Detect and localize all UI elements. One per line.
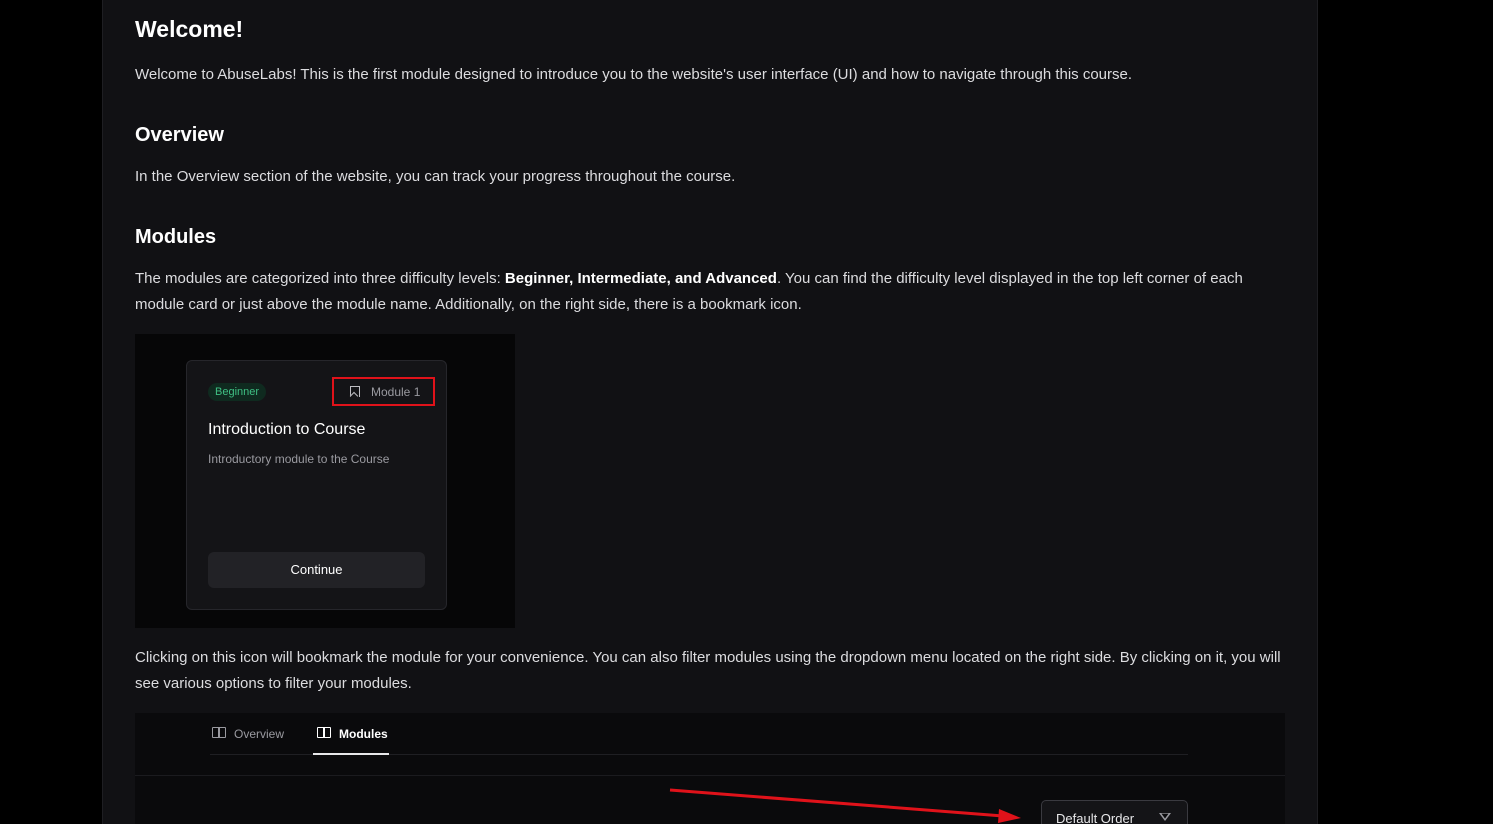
tabs-screenshot: Overview Modules Default Order — [135, 713, 1285, 824]
modules-text-start: The modules are categorized into three d… — [135, 270, 505, 287]
bookmark-text: Clicking on this icon will bookmark the … — [135, 649, 1281, 692]
module-card: Beginner Module 1 Introduction to Course… — [186, 360, 447, 610]
modules-heading: Modules — [135, 226, 217, 248]
overview-heading: Overview — [135, 124, 224, 146]
modules-text: The modules are categorized into three d… — [135, 266, 1285, 318]
difficulty-badge: Beginner — [208, 383, 267, 401]
dropdown-label: Default Order — [1056, 811, 1135, 824]
bookmark-highlight: Module 1 — [332, 377, 435, 406]
module-number: Module 1 — [371, 385, 421, 399]
continue-button[interactable]: Continue — [208, 552, 425, 588]
module-description: Introductory module to the Course — [208, 452, 390, 466]
module-title: Introduction to Course — [208, 421, 366, 438]
intro-text: Welcome to AbuseLabs! This is the first … — [135, 66, 1133, 83]
bookmark-icon[interactable] — [350, 386, 360, 397]
order-dropdown[interactable]: Default Order — [1041, 800, 1188, 824]
page-title: Welcome! — [135, 16, 244, 42]
difficulty-levels: Beginner, Intermediate, and Advanced — [504, 270, 777, 287]
module-card-screenshot: Beginner Module 1 Introduction to Course… — [135, 334, 515, 628]
overview-text: In the Overview section of the website, … — [135, 168, 736, 185]
main-panel: Welcome! Welcome to AbuseLabs! This is t… — [102, 0, 1318, 824]
filter-icon — [1159, 813, 1171, 821]
